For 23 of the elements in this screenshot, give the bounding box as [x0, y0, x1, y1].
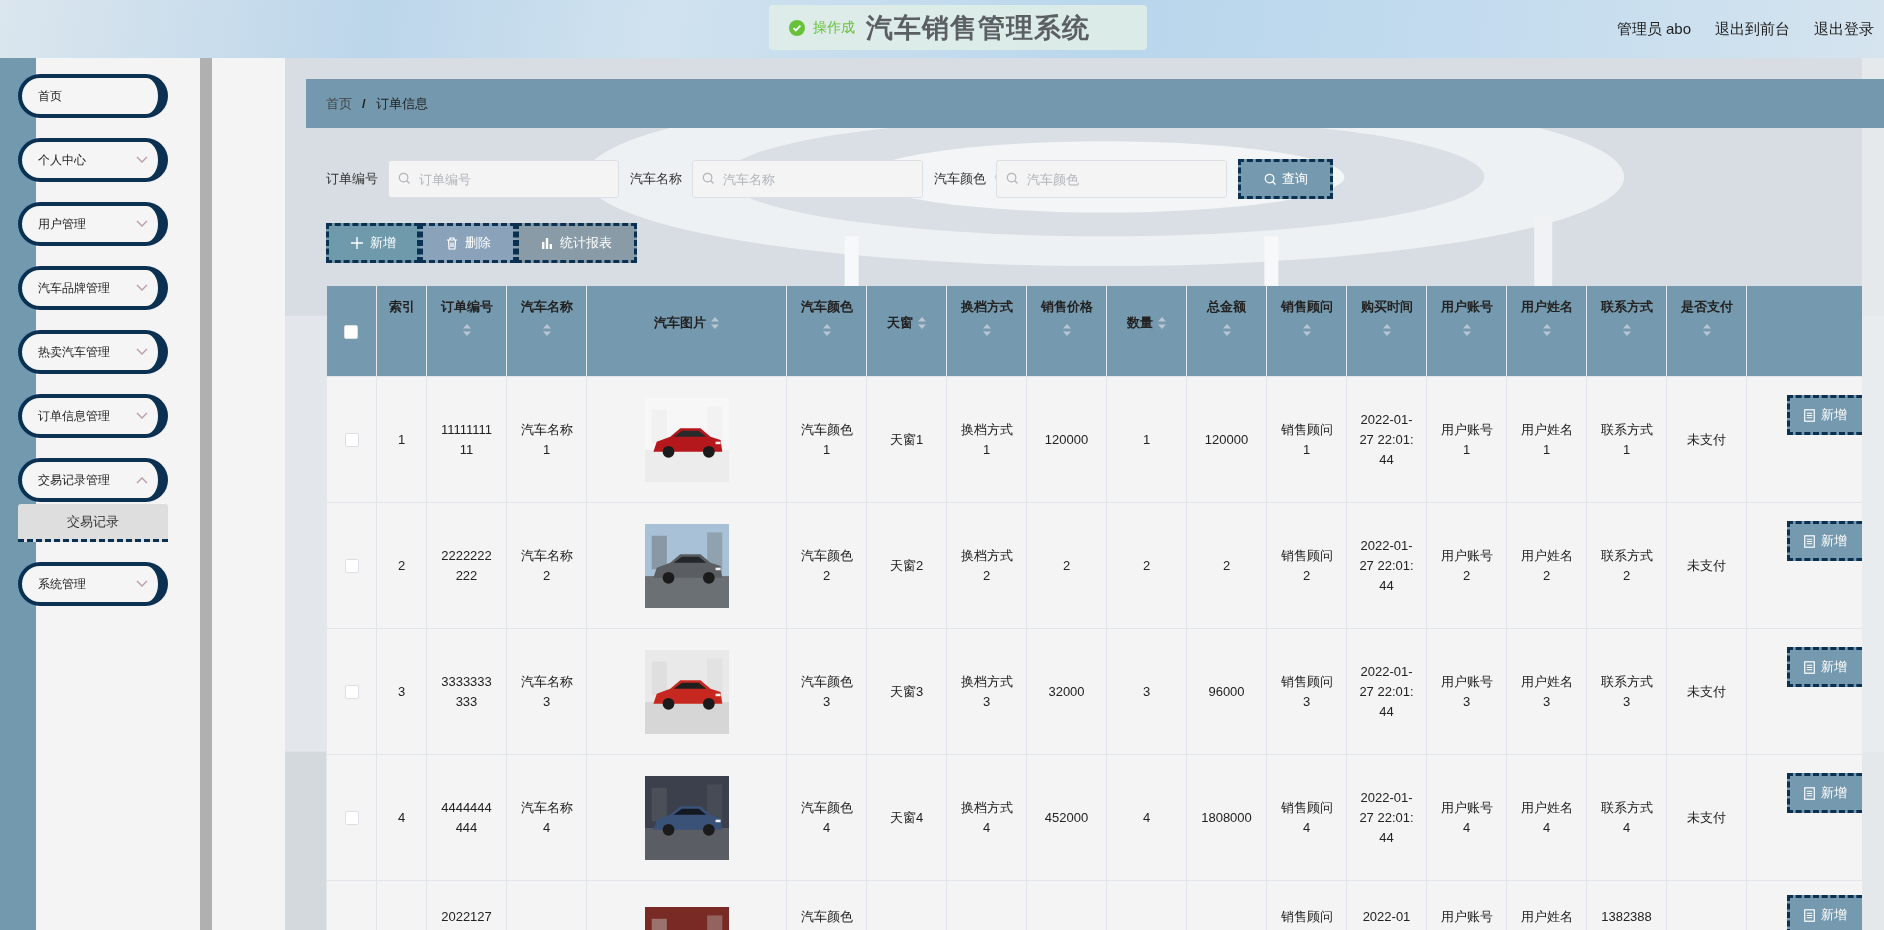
chevron-down-icon	[136, 284, 148, 292]
chevron-down-icon	[136, 412, 148, 420]
menu-item[interactable]: 热卖汽车管理	[18, 330, 168, 374]
user-label: 管理员 abo	[1616, 19, 1691, 39]
header-link[interactable]: 退出到前台	[1715, 19, 1790, 39]
chevron-down-icon	[136, 220, 148, 228]
menu-item[interactable]: 订单信息管理	[18, 394, 168, 438]
menu-item[interactable]: 首页	[18, 74, 168, 118]
menu-item[interactable]: 个人中心	[18, 138, 168, 182]
check-circle-icon	[789, 19, 805, 36]
menu-item[interactable]: 系统管理	[18, 562, 168, 606]
menu-item[interactable]: 交易记录管理	[18, 458, 168, 502]
scrollbar[interactable]	[200, 58, 212, 930]
chevron-down-icon	[136, 156, 148, 164]
chevron-up-icon	[136, 476, 148, 484]
chevron-down-icon	[136, 348, 148, 356]
chevron-down-icon	[136, 580, 148, 588]
header-link[interactable]: 退出登录	[1814, 19, 1874, 39]
app-title: 汽车销售管理系统	[866, 12, 1090, 45]
submenu-item[interactable]: 交易记录	[18, 504, 168, 542]
menu-item[interactable]: 用户管理	[18, 202, 168, 246]
toast-message: 操作成	[813, 18, 855, 37]
menu-item[interactable]: 汽车品牌管理	[18, 266, 168, 310]
